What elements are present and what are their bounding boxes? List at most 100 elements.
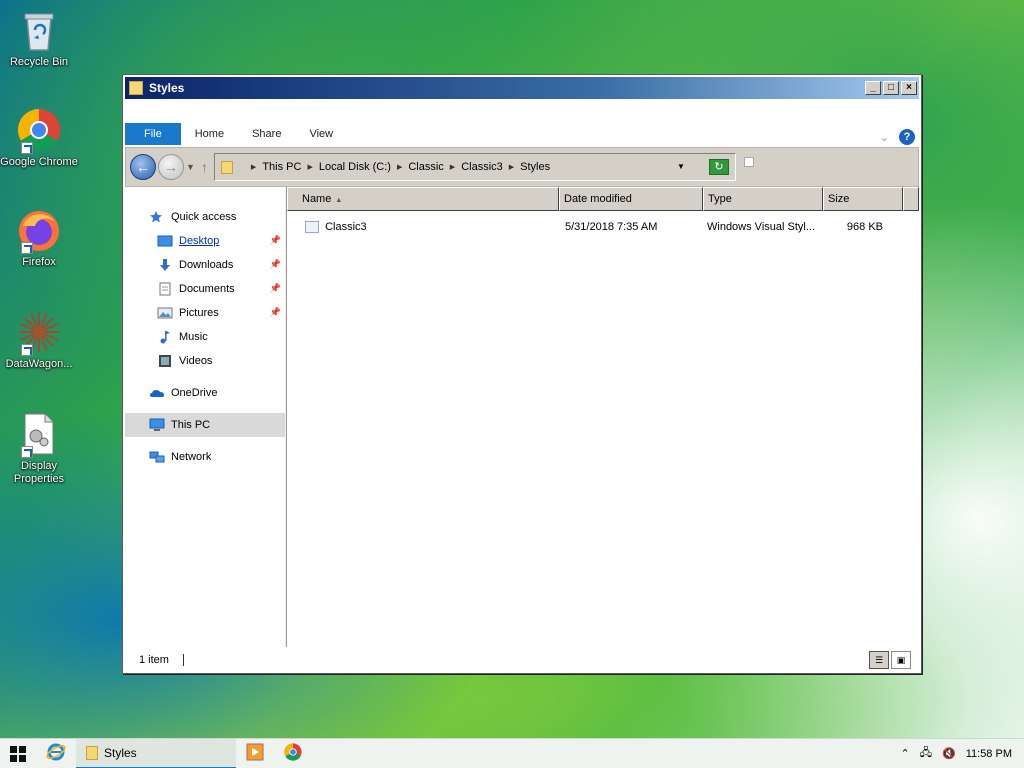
maximize-button[interactable]: □ — [883, 81, 899, 95]
desktop-icon-label: Firefox — [22, 256, 56, 268]
tab-file[interactable]: File — [125, 123, 181, 145]
start-button[interactable] — [0, 739, 36, 768]
nav-item-desktop[interactable]: Desktop 📌 — [125, 229, 285, 253]
taskbar-media-player[interactable] — [236, 739, 274, 768]
nav-onedrive[interactable]: OneDrive — [125, 381, 285, 405]
breadcrumb: ▶ This PC ▶ Local Disk (C:) ▶ Classic ▶ … — [245, 161, 550, 173]
downloads-icon — [157, 258, 173, 272]
desktop-icon-label: DataWagon... — [5, 358, 73, 370]
nav-item-documents[interactable]: Documents 📌 — [125, 277, 285, 301]
minimize-button[interactable]: _ — [865, 81, 881, 95]
nav-network[interactable]: Network — [125, 445, 285, 469]
file-type: Windows Visual Styl... — [707, 221, 816, 233]
breadcrumb-this-pc[interactable]: This PC — [262, 161, 301, 173]
tab-share[interactable]: Share — [238, 123, 295, 145]
file-date: 5/31/2018 7:35 AM — [565, 221, 658, 233]
back-button[interactable]: ← — [130, 154, 156, 180]
file-list: Name ▲ Date modified Type Size Classic3 5… — [287, 187, 919, 647]
help-icon[interactable]: ? — [899, 129, 915, 145]
column-headers: Name ▲ Date modified Type Size — [287, 187, 919, 211]
search-box[interactable] — [743, 157, 754, 167]
pin-icon[interactable]: 📌 — [270, 307, 281, 318]
nav-label: Desktop — [179, 235, 220, 247]
navigation-pane: Quick access Desktop 📌 Downloads 📌 Docum… — [125, 187, 285, 647]
breadcrumb-arrow-icon[interactable]: ▶ — [450, 163, 455, 171]
breadcrumb-classic3[interactable]: Classic3 — [461, 161, 503, 173]
pin-icon[interactable]: 📌 — [270, 259, 281, 270]
nav-label: This PC — [171, 419, 211, 431]
nav-item-music[interactable]: Music — [125, 325, 285, 349]
taskbar-explorer-window[interactable]: Styles — [76, 738, 236, 768]
nav-label: Quick access — [171, 211, 237, 223]
title-bar[interactable]: Styles _ □ × — [125, 77, 919, 99]
display-properties-icon — [17, 412, 61, 458]
desktop-icon-display-properties[interactable]: Display Properties — [0, 412, 78, 486]
taskbar: Styles ⌃ 🖧 🔇 11:58 PM — [0, 738, 1024, 768]
ribbon-expand-chevron-icon[interactable]: ⌄ — [880, 131, 889, 144]
nav-item-downloads[interactable]: Downloads 📌 — [125, 253, 285, 277]
pin-icon[interactable]: 📌 — [270, 283, 281, 294]
nav-label: Network — [171, 451, 212, 463]
nav-item-pictures[interactable]: Pictures 📌 — [125, 301, 285, 325]
forward-button[interactable]: → — [158, 154, 184, 180]
nav-label: OneDrive — [171, 387, 218, 399]
chrome-icon — [17, 108, 61, 154]
network-tray-icon[interactable]: 🖧 — [920, 744, 932, 763]
nav-label: Music — [179, 331, 208, 343]
nav-label: Documents — [179, 283, 235, 295]
tab-view[interactable]: View — [295, 123, 347, 145]
column-header-name[interactable]: Name ▲ — [287, 187, 559, 211]
status-separator — [182, 654, 184, 666]
nav-this-pc[interactable]: This PC — [125, 413, 285, 437]
show-hidden-icons-chevron-icon[interactable]: ⌃ — [901, 747, 910, 760]
recycle-bin-icon — [17, 8, 61, 52]
volume-muted-icon[interactable]: 🔇 — [942, 747, 956, 760]
column-header-end — [903, 187, 919, 211]
sort-ascending-icon: ▲ — [335, 197, 343, 204]
file-row[interactable]: Classic3 5/31/2018 7:35 AM Windows Visua… — [287, 216, 919, 238]
details-view-icon[interactable]: ☰ — [869, 651, 889, 669]
navigation-bar: ← → ▼ ↑ ▶ This PC ▶ Local Disk (C:) ▶ Cl… — [125, 147, 919, 187]
star-icon — [149, 210, 165, 224]
refresh-icon[interactable]: ↻ — [708, 159, 729, 175]
file-name: Classic3 — [325, 220, 367, 233]
folder-icon — [86, 745, 98, 760]
desktop-icon-chrome[interactable]: Google Chrome — [0, 108, 78, 169]
recent-locations-chevron-icon[interactable]: ▼ — [186, 162, 195, 172]
breadcrumb-styles[interactable]: Styles — [520, 161, 550, 173]
pin-icon[interactable]: 📌 — [270, 235, 281, 246]
desktop-icon-label: Display Properties — [13, 460, 65, 485]
ribbon-tabs: File Home Share View ⌄ ? — [125, 121, 919, 145]
breadcrumb-local-disk[interactable]: Local Disk (C:) — [319, 161, 391, 173]
nav-quick-access[interactable]: Quick access — [125, 205, 285, 229]
breadcrumb-arrow-icon[interactable]: ▶ — [509, 163, 514, 171]
desktop-icon-firefox[interactable]: Firefox — [0, 208, 78, 269]
desktop-icon-recycle-bin[interactable]: Recycle Bin — [0, 8, 78, 69]
address-bar[interactable]: ▶ This PC ▶ Local Disk (C:) ▶ Classic ▶ … — [213, 153, 736, 181]
taskbar-chrome[interactable] — [274, 739, 312, 768]
close-button[interactable]: × — [901, 81, 917, 95]
up-arrow-icon[interactable]: ↑ — [201, 159, 208, 175]
breadcrumb-arrow-icon[interactable]: ▶ — [307, 163, 312, 171]
datawagon-icon — [17, 310, 61, 356]
desktop-icon-datawagon[interactable]: DataWagon... — [0, 310, 78, 371]
column-header-date-modified[interactable]: Date modified — [559, 187, 703, 211]
theme-file-icon — [305, 221, 319, 234]
desktop-icon-label: Google Chrome — [0, 156, 78, 168]
breadcrumb-classic[interactable]: Classic — [408, 161, 443, 173]
clock[interactable]: 11:58 PM — [966, 748, 1012, 760]
nav-item-videos[interactable]: Videos — [125, 349, 285, 373]
videos-icon — [157, 354, 173, 368]
large-icons-view-icon[interactable]: ▣ — [891, 651, 911, 669]
column-header-size[interactable]: Size — [823, 187, 903, 211]
pictures-icon — [157, 306, 173, 320]
breadcrumb-arrow-icon[interactable]: ▶ — [251, 163, 256, 171]
nav-label: Pictures — [179, 307, 219, 319]
taskbar-ie[interactable] — [36, 739, 76, 768]
breadcrumb-arrow-icon[interactable]: ▶ — [397, 163, 402, 171]
folder-icon — [220, 160, 233, 174]
column-header-type[interactable]: Type — [703, 187, 823, 211]
computer-icon — [149, 418, 165, 432]
address-dropdown-icon[interactable]: ▼ — [677, 162, 685, 171]
tab-home[interactable]: Home — [181, 123, 238, 145]
